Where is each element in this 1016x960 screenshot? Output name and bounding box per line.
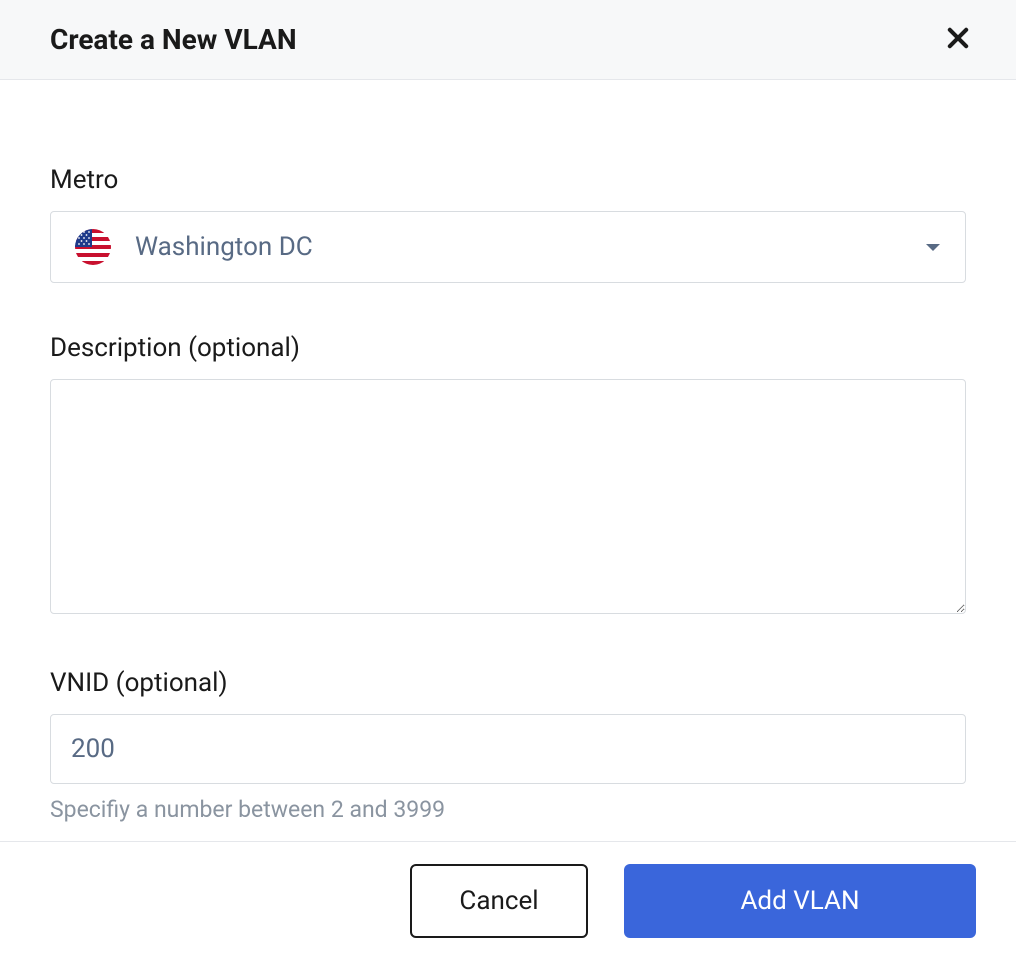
vnid-helper: Specifiy a number between 2 and 3999 (50, 796, 966, 823)
vnid-label: VNID (optional) (50, 668, 966, 698)
cancel-button[interactable]: Cancel (410, 864, 588, 938)
vnid-input[interactable] (50, 714, 966, 784)
metro-select[interactable]: Washington DC (50, 211, 966, 283)
close-icon (944, 24, 972, 55)
description-group: Description (optional) (50, 333, 966, 618)
modal-body: Metro (0, 80, 1016, 841)
metro-value: Washington DC (135, 232, 925, 262)
close-button[interactable] (940, 20, 976, 59)
metro-label: Metro (50, 165, 966, 195)
description-input[interactable] (50, 379, 966, 614)
vnid-group: VNID (optional) Specifiy a number betwee… (50, 668, 966, 823)
chevron-down-icon (925, 238, 941, 257)
us-flag-icon (75, 229, 111, 265)
modal-header: Create a New VLAN (0, 0, 1016, 80)
metro-group: Metro (50, 165, 966, 283)
add-vlan-button[interactable]: Add VLAN (624, 864, 976, 938)
description-label: Description (optional) (50, 333, 966, 363)
create-vlan-modal: Create a New VLAN Metro (0, 0, 1016, 960)
modal-title: Create a New VLAN (50, 23, 297, 56)
modal-footer: Cancel Add VLAN (0, 841, 1016, 960)
